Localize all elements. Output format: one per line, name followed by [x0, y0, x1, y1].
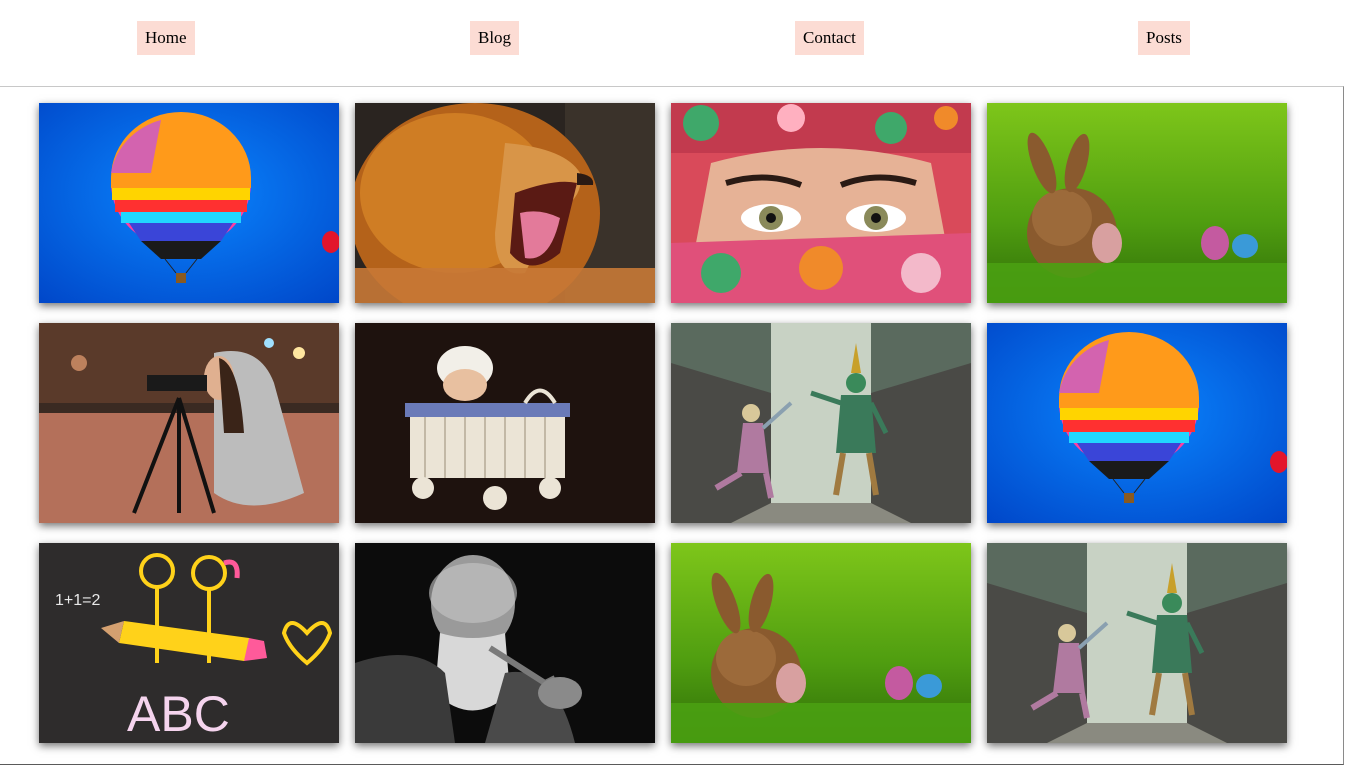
- bunny-image: [987, 103, 1287, 303]
- chalkboard-image: 1+1=2 ABC: [39, 543, 339, 743]
- gallery-image-hot-air-balloon[interactable]: [39, 103, 339, 303]
- gallery-image-chalkboard[interactable]: 1+1=2 ABC: [39, 543, 339, 743]
- gallery-image-hot-air-balloon-2[interactable]: [987, 323, 1287, 523]
- gallery-image-old-man[interactable]: [355, 543, 655, 743]
- gallery-image-dancers-2[interactable]: [987, 543, 1287, 743]
- dancers-image: [987, 543, 1287, 743]
- old-man-image: [355, 543, 655, 743]
- woman-eyes-image: [671, 103, 971, 303]
- nav-posts-link[interactable]: Posts: [1138, 21, 1190, 55]
- lion-image: [355, 103, 655, 303]
- gallery-image-photographer[interactable]: [39, 323, 339, 523]
- gallery-image-woman-eyes[interactable]: [671, 103, 971, 303]
- chalk-equation: 1+1=2: [55, 592, 100, 609]
- gallery-image-bunny[interactable]: [987, 103, 1287, 303]
- hot-air-balloon-image: [39, 103, 339, 303]
- hot-air-balloon-image: [987, 323, 1287, 523]
- gallery-image-lion[interactable]: [355, 103, 655, 303]
- gallery-image-baby-basket[interactable]: [355, 323, 655, 523]
- gallery-image-bunny-2[interactable]: [671, 543, 971, 743]
- nav-home-link[interactable]: Home: [137, 21, 195, 55]
- bunny-image: [671, 543, 971, 743]
- baby-basket-image: [355, 323, 655, 523]
- nav-blog-link[interactable]: Blog: [470, 21, 520, 55]
- nav-contact-link[interactable]: Contact: [795, 21, 864, 55]
- top-navigation: Home Blog Contact Posts: [0, 0, 1348, 86]
- gallery-image-dancers[interactable]: [671, 323, 971, 523]
- photographer-image: [39, 323, 339, 523]
- dancers-image: [671, 323, 971, 523]
- chalk-letters: ABC: [127, 686, 230, 742]
